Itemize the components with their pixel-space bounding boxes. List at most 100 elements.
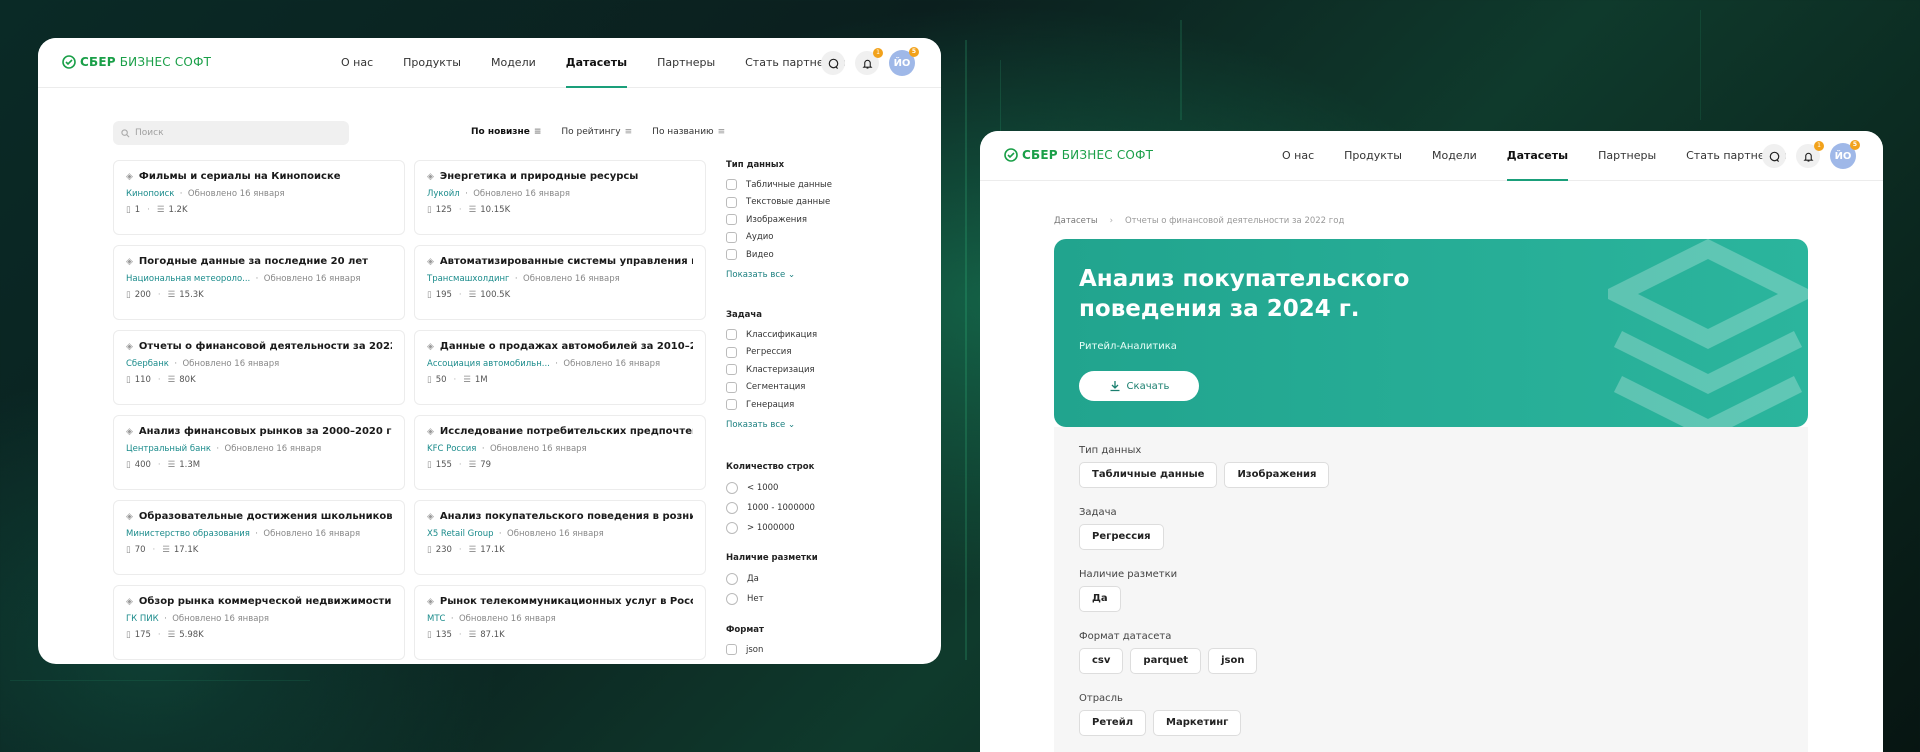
property-tag[interactable]: Да xyxy=(1079,586,1121,612)
notifications-button[interactable]: 1 xyxy=(1796,141,1824,168)
checkbox[interactable] xyxy=(726,346,737,358)
dataset-updated: Обновлено 16 января xyxy=(489,444,587,454)
option-label: Нет xyxy=(747,594,764,604)
sort-by-name[interactable]: По названию ≡ xyxy=(652,127,725,137)
filter-option[interactable]: Сегментация xyxy=(726,379,817,397)
property-tag[interactable]: parquet xyxy=(1130,648,1202,674)
sort-by-newest[interactable]: По новизне ≡ xyxy=(471,127,541,137)
checkbox[interactable] xyxy=(726,364,737,376)
search-input[interactable]: Поиск xyxy=(113,121,349,145)
radio[interactable] xyxy=(726,593,738,605)
dataset-rows-count: 1.3M xyxy=(179,460,201,470)
sort-label: По новизне xyxy=(471,127,530,137)
filter-option[interactable]: Нет xyxy=(726,589,818,609)
dataset-source[interactable]: KFC Россия xyxy=(427,444,476,454)
dataset-card[interactable]: ◈ Образовательные достижения школьников з… xyxy=(113,500,405,575)
nav-item-products[interactable]: Продукты xyxy=(1344,131,1402,181)
nav-item-models[interactable]: Модели xyxy=(1432,131,1477,181)
dataset-card[interactable]: ◈ Фильмы и сериалы на Кинопоиске Кинопоиск… xyxy=(113,160,405,235)
property-tag[interactable]: Изображения xyxy=(1224,462,1330,488)
property-tag[interactable]: Ретейл xyxy=(1079,710,1147,736)
show-all-link[interactable]: Показать все ⌄ xyxy=(726,270,832,280)
filter-option[interactable]: Изображения xyxy=(726,211,832,229)
dataset-card[interactable]: ◈ Анализ финансовых рынков за 2000–2020 г… xyxy=(113,415,405,490)
filter-option[interactable]: Классификация xyxy=(726,326,817,344)
checkbox[interactable] xyxy=(726,214,737,226)
nav-item-partners[interactable]: Партнеры xyxy=(657,38,715,88)
checkbox[interactable] xyxy=(726,329,737,341)
radio[interactable] xyxy=(726,482,738,494)
download-button[interactable]: Скачать xyxy=(1079,371,1199,401)
dataset-card-title-text: Исследование потребительских предпочтени… xyxy=(439,426,693,437)
checkbox[interactable] xyxy=(726,399,737,411)
filter-option[interactable]: Видео xyxy=(726,246,832,264)
dataset-card[interactable]: ◈ Анализ покупательского поведения в розн… xyxy=(414,500,706,575)
dataset-source[interactable]: Ассоциация автомобильн... xyxy=(427,359,550,369)
dataset-card[interactable]: ◈ Автоматизированные системы управления п… xyxy=(414,245,706,320)
nav-item-products[interactable]: Продукты xyxy=(403,38,461,88)
radio[interactable] xyxy=(726,502,738,514)
filter-option[interactable]: Табличные данные xyxy=(726,176,832,194)
filter-option[interactable]: 1000 - 1000000 xyxy=(726,498,815,518)
dataset-card[interactable]: ◈ Обзор рынка коммерческой недвижимости ГК… xyxy=(113,585,405,660)
nav-item-datasets[interactable]: Датасеты xyxy=(1506,131,1569,181)
filter-option[interactable]: json xyxy=(726,641,764,659)
filter-option[interactable]: Аудио xyxy=(726,229,832,247)
dataset-card[interactable]: ◈ Энергетика и природные ресурсы Лукойл · … xyxy=(414,160,706,235)
dataset-card[interactable]: ◈ Рынок телекоммуникационных услуг в Росс… xyxy=(414,585,706,660)
filter-option[interactable]: Текстовые данные xyxy=(726,194,832,212)
radio[interactable] xyxy=(726,573,738,585)
dataset-source[interactable]: Кинопоиск xyxy=(126,189,174,199)
dataset-source[interactable]: МТС xyxy=(427,614,445,624)
dataset-card-title: ◈ Фильмы и сериалы на Кинопоиске xyxy=(126,171,392,182)
brand-logo[interactable]: СБЕР БИЗНЕС СОФТ xyxy=(1004,148,1153,162)
dataset-source[interactable]: Лукойл xyxy=(427,189,460,199)
dataset-source[interactable]: Национальная метеороло... xyxy=(126,274,250,284)
show-all-link[interactable]: Показать все ⌄ xyxy=(726,420,817,430)
help-button[interactable] xyxy=(1762,144,1786,168)
property-tag[interactable]: Табличные данные xyxy=(1079,462,1218,488)
checkbox[interactable] xyxy=(726,231,737,243)
brand-logo[interactable]: СБЕР БИЗНЕС СОФТ xyxy=(62,55,211,69)
filter-option[interactable]: Да xyxy=(726,569,818,589)
avatar[interactable]: ЙО 5 xyxy=(1830,140,1860,169)
filter-option[interactable]: Кластеризация xyxy=(726,361,817,379)
dataset-source[interactable]: Центральный банк xyxy=(126,444,211,454)
filter-option[interactable]: > 1000000 xyxy=(726,518,815,538)
dataset-card[interactable]: ◈ Отчеты о финансовой деятельности за 202… xyxy=(113,330,405,405)
property-tag[interactable]: Маркетинг xyxy=(1153,710,1242,736)
dataset-card[interactable]: ◈ Данные о продажах автомобилей за 2010–2… xyxy=(414,330,706,405)
nav-item-partners[interactable]: Партнеры xyxy=(1598,131,1656,181)
nav-item-about[interactable]: О нас xyxy=(341,38,373,88)
filter-option[interactable]: Регрессия xyxy=(726,344,817,362)
dataset-card[interactable]: ◈ Погодные данные за последние 20 лет Наци… xyxy=(113,245,405,320)
notifications-button[interactable]: 1 xyxy=(855,48,883,75)
dataset-source[interactable]: Министерство образования xyxy=(126,529,250,539)
avatar[interactable]: ЙО 5 xyxy=(889,47,919,76)
dataset-source[interactable]: ГК ПИК xyxy=(126,614,159,624)
dataset-source[interactable]: Сбербанк xyxy=(126,359,169,369)
option-label: 1000 - 1000000 xyxy=(747,503,815,513)
nav-item-models[interactable]: Модели xyxy=(491,38,536,88)
nav-item-datasets[interactable]: Датасеты xyxy=(565,38,628,88)
breadcrumb-root[interactable]: Датасеты xyxy=(1054,216,1098,226)
nav-item-about[interactable]: О нас xyxy=(1282,131,1314,181)
property-label: Наличие разметки xyxy=(1079,569,1178,580)
dataset-card[interactable]: ◈ Исследование потребительских предпочтен… xyxy=(414,415,706,490)
sort-by-rating[interactable]: По рейтингу ≡ xyxy=(561,127,632,137)
checkbox[interactable] xyxy=(726,196,737,208)
dataset-source[interactable]: Трансмашхолдинг xyxy=(427,274,510,284)
meta-sep: · xyxy=(174,189,188,199)
dataset-source[interactable]: X5 Retail Group xyxy=(427,529,494,539)
radio[interactable] xyxy=(726,522,738,534)
checkbox[interactable] xyxy=(726,179,737,191)
filter-option[interactable]: < 1000 xyxy=(726,478,815,498)
help-button[interactable] xyxy=(821,51,845,75)
property-tag[interactable]: csv xyxy=(1079,648,1124,674)
checkbox[interactable] xyxy=(726,381,737,393)
filter-option[interactable]: Генерация xyxy=(726,396,817,414)
checkbox[interactable] xyxy=(726,644,737,656)
property-tag[interactable]: Регрессия xyxy=(1079,524,1164,550)
checkbox[interactable] xyxy=(726,249,737,261)
property-tag[interactable]: json xyxy=(1208,648,1258,674)
